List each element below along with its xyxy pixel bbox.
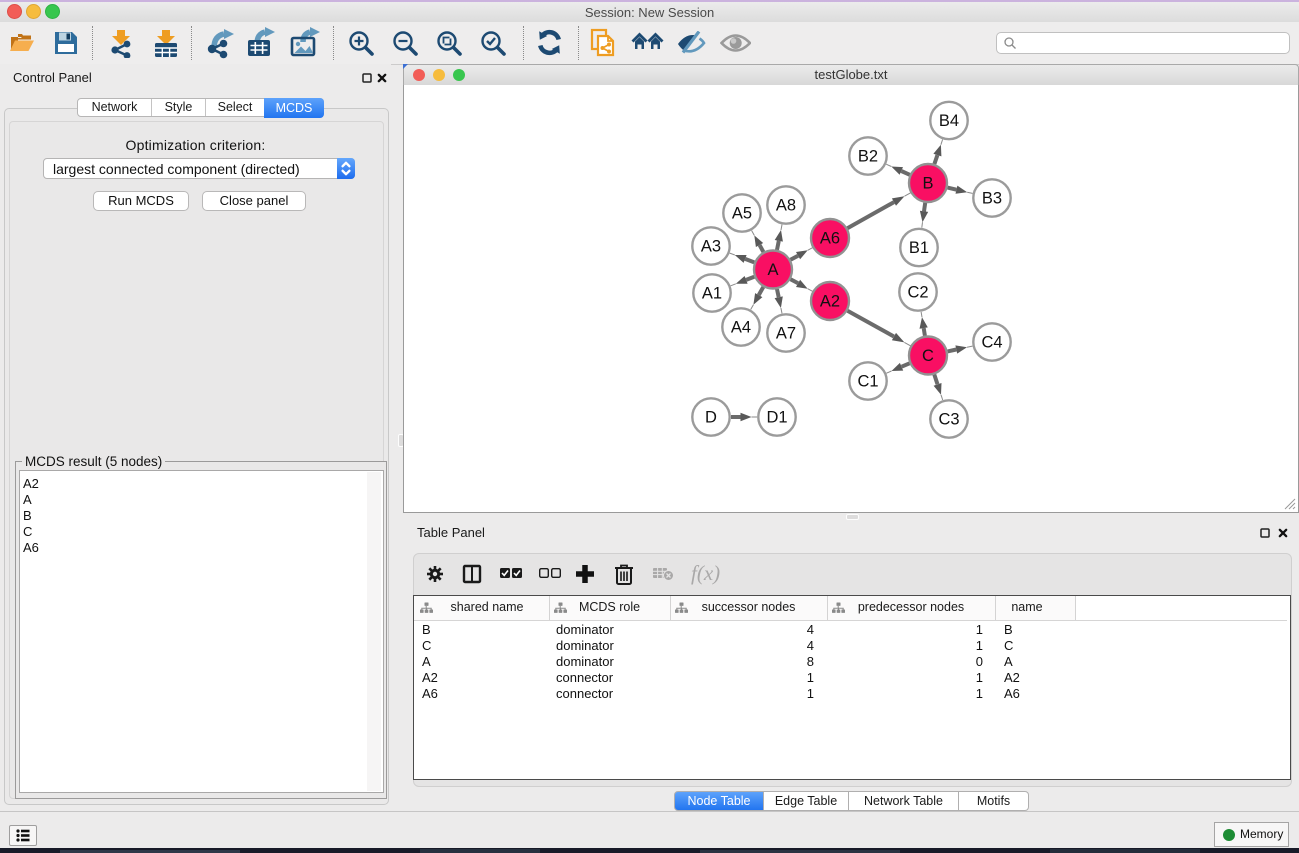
svg-text:A: A	[767, 261, 778, 279]
svg-text:A2: A2	[820, 293, 840, 311]
svg-text:A6: A6	[820, 230, 840, 248]
svg-text:C2: C2	[907, 284, 928, 302]
svg-text:A5: A5	[732, 205, 752, 223]
svg-text:A3: A3	[701, 238, 721, 256]
svg-text:C: C	[922, 347, 934, 365]
svg-text:B4: B4	[939, 112, 959, 130]
svg-text:B2: B2	[858, 148, 878, 166]
svg-text:D1: D1	[766, 409, 787, 427]
svg-text:D: D	[705, 409, 717, 427]
svg-text:C3: C3	[938, 411, 959, 429]
svg-text:A8: A8	[776, 197, 796, 215]
svg-text:B1: B1	[909, 239, 929, 257]
svg-text:A1: A1	[702, 285, 722, 303]
svg-text:C4: C4	[981, 334, 1002, 352]
svg-text:B: B	[922, 175, 933, 193]
svg-text:A4: A4	[731, 319, 751, 337]
svg-text:B3: B3	[982, 190, 1002, 208]
svg-text:C1: C1	[857, 373, 878, 391]
svg-text:A7: A7	[776, 325, 796, 343]
